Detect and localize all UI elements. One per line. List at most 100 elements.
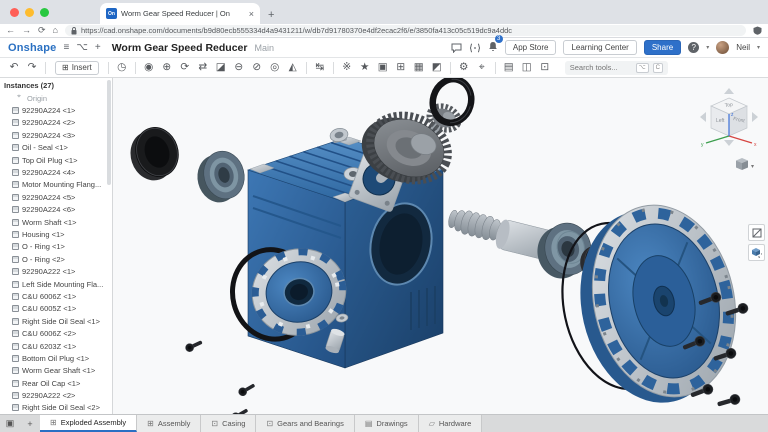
- instance-c-u-6006z-2[interactable]: C&U 6006Z <2>: [0, 327, 112, 339]
- instance-92290a222-2[interactable]: 92290A222 <2>: [0, 389, 112, 401]
- instance-right-side-oil-seal-2[interactable]: Right Side Oil Seal <2>: [0, 402, 112, 414]
- insert-button[interactable]: ⊞ Insert: [55, 61, 99, 75]
- rotate-left-arrow[interactable]: [700, 112, 706, 122]
- versions-icon[interactable]: ⌥: [76, 43, 88, 53]
- add-tab-icon[interactable]: +: [20, 415, 40, 432]
- 3d-viewport[interactable]: Left Front Top x y z ▾: [113, 78, 768, 414]
- instance-92290a224-4[interactable]: 92290A224 <4>: [0, 166, 112, 178]
- instance-c-u-6005z-1[interactable]: C&U 6005Z <1>: [0, 303, 112, 315]
- instance-92290a224-5[interactable]: 92290A224 <5>: [0, 191, 112, 203]
- tab-drawings[interactable]: ▤ Drawings: [355, 415, 419, 432]
- toolbar-slider-mate[interactable]: ⇄: [195, 62, 211, 73]
- user-caret-icon[interactable]: ▾: [757, 44, 760, 51]
- onshape-logo[interactable]: Onshape: [8, 42, 56, 54]
- instance-c-u-6006z-1[interactable]: C&U 6006Z <1>: [0, 290, 112, 302]
- minimize-window-button[interactable]: [25, 8, 34, 17]
- rotate-down-arrow[interactable]: [724, 140, 734, 146]
- render-mode-button[interactable]: [748, 244, 765, 261]
- instance-92290a224-2[interactable]: 92290A224 <2>: [0, 117, 112, 129]
- view-menu-button[interactable]: ▾: [736, 158, 754, 170]
- toolbar-fastened-mate[interactable]: ⊕: [159, 62, 175, 73]
- new-tab-button[interactable]: +: [268, 9, 274, 21]
- help-button[interactable]: ?: [688, 42, 699, 53]
- refresh-icon[interactable]: ⟳: [38, 26, 46, 35]
- zoom-window-button[interactable]: [40, 8, 49, 17]
- search-tools-input[interactable]: [570, 63, 632, 72]
- toolbar-appearance[interactable]: ◩: [429, 62, 445, 73]
- forward-icon[interactable]: →: [22, 26, 31, 35]
- rotate-right-arrow[interactable]: [752, 112, 758, 122]
- toolbar-replicate[interactable]: ⊞: [393, 62, 409, 73]
- toolbar-assembly-features[interactable]: ⚙: [456, 62, 472, 73]
- toolbar-mate[interactable]: ◉: [141, 62, 157, 73]
- instance-right-side-oil-seal-1[interactable]: Right Side Oil Seal <1>: [0, 315, 112, 327]
- user-avatar[interactable]: [716, 41, 729, 54]
- app-store-button[interactable]: App Store: [505, 40, 557, 55]
- toolbar-sep[interactable]: [135, 62, 136, 74]
- toolbar-pin-slot-mate[interactable]: ⊘: [249, 62, 265, 73]
- comments-icon[interactable]: [451, 43, 462, 53]
- toolbar-section-view[interactable]: ◫: [519, 62, 535, 73]
- toolbar-ball-mate[interactable]: ◎: [267, 62, 283, 73]
- undo-icon[interactable]: ↶: [6, 62, 22, 73]
- close-window-button[interactable]: [10, 8, 19, 17]
- toolbar-planar-mate[interactable]: ◪: [213, 62, 229, 73]
- share-button[interactable]: Share: [644, 40, 681, 55]
- toolbar-snapshot[interactable]: ⊡: [537, 62, 553, 73]
- toolbar-sep[interactable]: [450, 62, 451, 74]
- manage-tabs-icon[interactable]: ▣: [0, 415, 20, 432]
- toolbar-mate-relations[interactable]: ↹: [312, 62, 328, 73]
- tab-gears-and-bearings[interactable]: ⊡ Gears and Bearings: [256, 415, 354, 432]
- toolbar-named-views[interactable]: ★: [357, 62, 373, 73]
- section-view-button[interactable]: [748, 224, 765, 241]
- tab-assembly[interactable]: ⊞ Assembly: [137, 415, 201, 432]
- toolbar-measure[interactable]: ⌖: [474, 62, 490, 73]
- learning-center-button[interactable]: Learning Center: [563, 40, 636, 55]
- rotate-up-arrow[interactable]: [724, 88, 734, 94]
- back-icon[interactable]: ←: [6, 26, 15, 35]
- exploded-assembly-scene[interactable]: [113, 78, 768, 414]
- instance-rear-oil-cap-1[interactable]: Rear Oil Cap <1>: [0, 377, 112, 389]
- toolbar-tangent-mate[interactable]: ◭: [285, 62, 301, 73]
- instance-92290a222-1[interactable]: 92290A222 <1>: [0, 265, 112, 277]
- toolbar-revolute-mate[interactable]: ⟳: [177, 62, 193, 73]
- panel-scrollbar[interactable]: [107, 80, 111, 185]
- instance-bottom-oil-plug-1[interactable]: Bottom Oil Plug <1>: [0, 352, 112, 364]
- tab-exploded-assembly[interactable]: ⊞ Exploded Assembly: [40, 415, 137, 432]
- tab-casing[interactable]: ⊡ Casing: [201, 415, 256, 432]
- toolbar-sep[interactable]: [495, 62, 496, 74]
- instance-92290a224-6[interactable]: 92290A224 <6>: [0, 204, 112, 216]
- toolbar-sep[interactable]: [333, 62, 334, 74]
- instance-top-oil-plug-1[interactable]: Top Oil Plug <1>: [0, 154, 112, 166]
- tab-hardware[interactable]: ▱ Hardware: [419, 415, 483, 432]
- toolbar-cylindrical-mate[interactable]: ⊖: [231, 62, 247, 73]
- toolbar-sep[interactable]: [306, 62, 307, 74]
- follow-icon[interactable]: +: [95, 43, 101, 53]
- instance-o-ring-2[interactable]: O - Ring <2>: [0, 253, 112, 265]
- extension-icon[interactable]: [753, 26, 762, 35]
- instance-origin[interactable]: Origin: [0, 92, 112, 104]
- home-icon[interactable]: ⌂: [53, 26, 58, 35]
- toolbar-bom-table[interactable]: ▤: [501, 62, 517, 73]
- instance-left-side-mounting-fla[interactable]: Left Side Mounting Fla...: [0, 278, 112, 290]
- instance-worm-shaft-1[interactable]: Worm Shaft <1>: [0, 216, 112, 228]
- instance-housing-1[interactable]: Housing <1>: [0, 228, 112, 240]
- browser-tab[interactable]: On Worm Gear Speed Reducer | On ×: [100, 3, 260, 24]
- toolbar-pattern[interactable]: ▦: [411, 62, 427, 73]
- instance-c-u-6203z-1[interactable]: C&U 6203Z <1>: [0, 340, 112, 352]
- instance-motor-mounting-flang[interactable]: Motor Mounting Flang...: [0, 179, 112, 191]
- view-cube[interactable]: Left Front Top x y z ▾: [696, 86, 762, 174]
- redo-icon[interactable]: ↷: [24, 62, 40, 73]
- instance-92290a224-1[interactable]: 92290A224 <1>: [0, 104, 112, 116]
- notifications-button[interactable]: 3: [488, 39, 498, 57]
- instance-worm-gear-shaft-1[interactable]: Worm Gear Shaft <1>: [0, 365, 112, 377]
- instance-92290a224-3[interactable]: 92290A224 <3>: [0, 129, 112, 141]
- main-menu-icon[interactable]: ≡: [63, 43, 69, 53]
- instance-oil-seal-1[interactable]: Oil - Seal <1>: [0, 142, 112, 154]
- feature-script-icon[interactable]: [469, 43, 481, 53]
- toolbar-history[interactable]: ◷: [114, 62, 130, 73]
- instance-o-ring-1[interactable]: O - Ring <1>: [0, 241, 112, 253]
- address-bar[interactable]: https://cad.onshape.com/documents/b9d80e…: [65, 25, 746, 36]
- help-caret-icon[interactable]: ▾: [706, 44, 709, 51]
- toolbar-group[interactable]: ▣: [375, 62, 391, 73]
